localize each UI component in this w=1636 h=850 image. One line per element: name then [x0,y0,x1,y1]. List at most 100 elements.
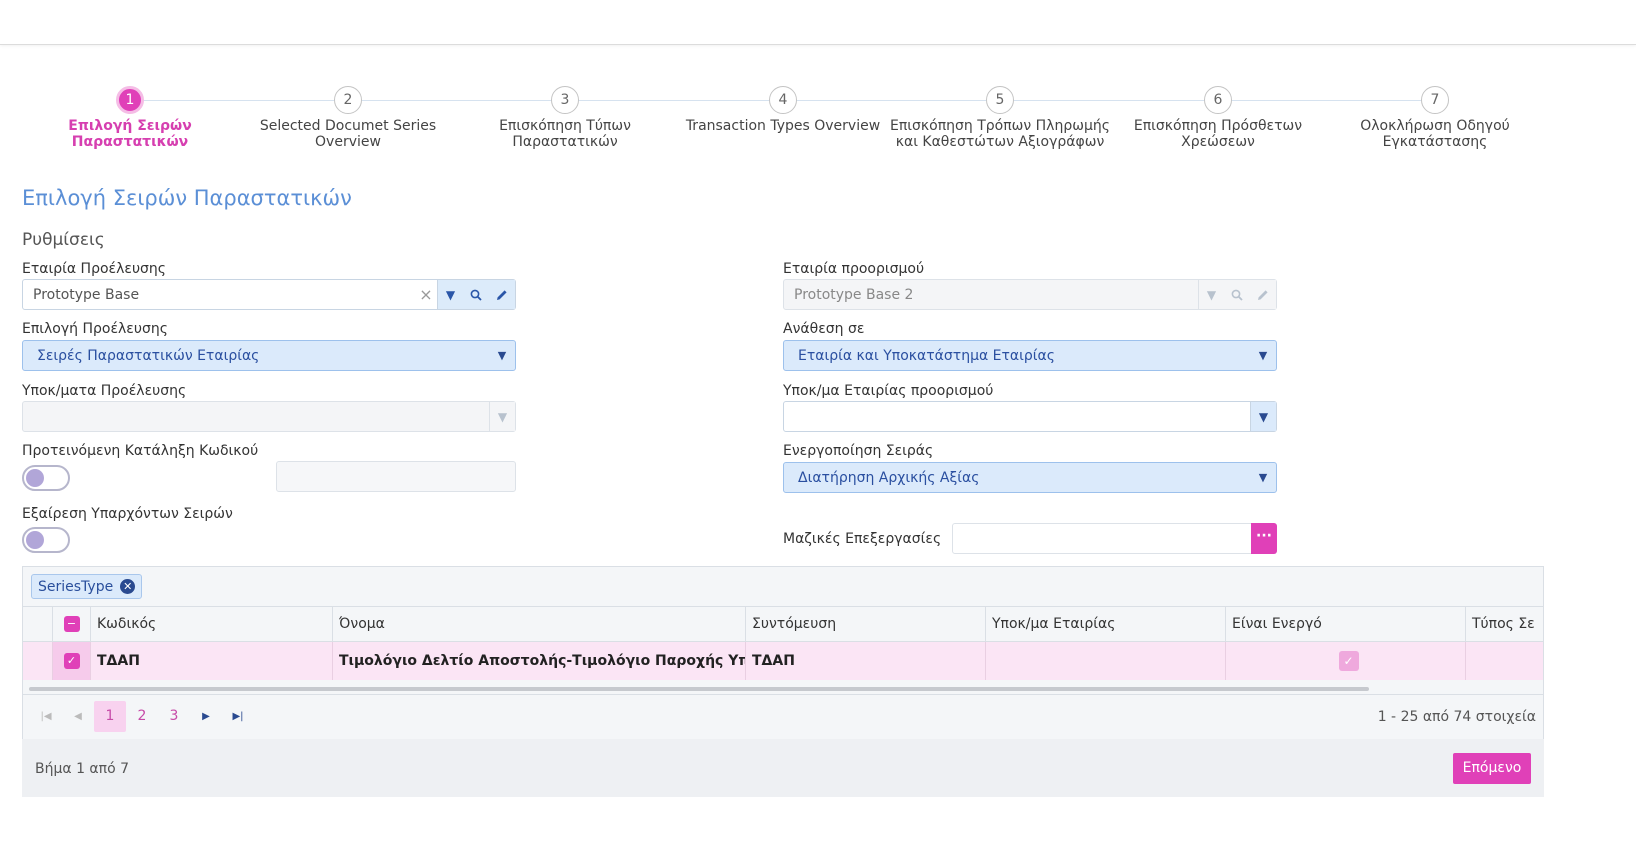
toggle-knob [26,531,44,549]
wizard-footer: Βήμα 1 από 7 Επόμενο [22,739,1544,797]
series-activation-value: Διατήρηση Αρχικής Αξίας [798,469,980,486]
source-choice-value: Σειρές Παραστατικών Εταιρίας [37,347,260,364]
step-label: Transaction Types Overview [685,118,881,134]
horizontal-scrollbar[interactable] [29,687,1369,691]
code-suffix-input[interactable] [276,461,516,492]
source-choice-label: Επιλογή Προέλευσης [22,321,168,337]
step-7[interactable]: 7 Ολοκλήρωση Οδηγού Εγκατάστασης [1322,86,1548,150]
source-company-value: Prototype Base [33,286,140,303]
first-page-icon[interactable]: |◀ [30,701,62,732]
mass-processing-label: Μαζικές Επεξεργασίες [783,531,942,547]
page-button-1[interactable]: 1 [94,701,126,732]
step-number: 6 [1204,86,1232,114]
last-page-icon[interactable]: ▶| [222,701,254,732]
step-2[interactable]: 2 Selected Documet Series Overview [235,86,461,150]
section-title: Ρυθμίσεις [22,230,105,250]
chevron-down-icon[interactable]: ▼ [1250,341,1276,370]
exclude-existing-toggle[interactable] [22,527,70,553]
page-button-3[interactable]: 3 [158,701,190,732]
target-company-value: Prototype Base 2 [794,286,914,303]
source-company-combo[interactable]: Prototype Base × ▼ [22,279,516,310]
row-indicator-header [23,607,53,641]
table-row[interactable]: ✓ ΤΔΑΠ Τιμολόγιο Δελτίο Αποστολής-Τιμολό… [23,642,1543,680]
column-header-code[interactable]: Κωδικός [91,607,333,641]
step-label: Επισκόπηση Τρόπων Πληρωμής και Καθεστώτω… [890,118,1110,150]
row-checkbox[interactable]: ✓ [53,642,91,680]
cell-name: Τιμολόγιο Δελτίο Αποστολής-Τιμολόγιο Παρ… [333,642,746,680]
wizard-stepper: 1 Επιλογή Σειρών Παραστατικών 2 Selected… [22,86,1567,156]
chevron-down-icon[interactable]: ▼ [1250,402,1276,431]
step-3[interactable]: 3 Επισκόπηση Τύπων Παραστατικών [452,86,678,150]
step-1[interactable]: 1 Επιλογή Σειρών Παραστατικών [17,86,243,150]
chevron-down-icon[interactable]: ▼ [489,402,515,431]
step-4[interactable]: 4 Transaction Types Overview [670,86,896,134]
clear-icon[interactable]: × [415,285,437,304]
step-label: Ολοκλήρωση Οδηγού Εγκατάστασης [1360,118,1510,150]
group-bar: SeriesType ✕ [23,567,1543,607]
pager: |◀ ◀ 1 2 3 ▶ ▶| 1 - 25 από 74 στοιχεία [23,694,1543,739]
pager-info: 1 - 25 από 74 στοιχεία [1377,709,1536,725]
chevron-down-icon[interactable]: ▼ [1198,280,1224,309]
row-indicator [23,642,53,680]
cell-branch [986,642,1226,680]
next-page-icon[interactable]: ▶ [190,701,222,732]
target-branch-label: Υποκ/μα Εταιρίας προορισμού [783,383,994,399]
code-suffix-toggle[interactable] [22,465,70,491]
step-6[interactable]: 6 Επισκόπηση Πρόσθετων Χρεώσεων [1105,86,1331,150]
edit-icon[interactable] [1250,280,1276,309]
step-info: Βήμα 1 από 7 [35,761,130,777]
source-branches-dropdown[interactable]: ▼ [22,401,516,432]
cell-active[interactable]: ✓ [1226,642,1466,680]
target-company-label: Εταιρία προορισμού [783,261,925,277]
code-suffix-label: Προτεινόμενη Κατάληξη Κωδικού [22,443,259,459]
step-number: 5 [986,86,1014,114]
series-activation-label: Ενεργοποίηση Σειράς [783,443,934,459]
chevron-down-icon[interactable]: ▼ [1250,463,1276,492]
step-label: Selected Documet Series Overview [259,118,437,150]
target-branch-dropdown[interactable]: ▼ [783,401,1277,432]
group-chip[interactable]: SeriesType ✕ [31,574,143,599]
prev-page-icon[interactable]: ◀ [62,701,94,732]
column-header-short[interactable]: Συντόμευση [746,607,986,641]
check-icon: ✓ [63,653,80,669]
more-icon[interactable]: ··· [1251,523,1277,554]
close-icon[interactable]: ✕ [120,579,136,594]
series-grid: SeriesType ✕ − Κωδικός Όνομα Συντόμευση … [22,566,1544,739]
cell-type [1466,642,1530,680]
source-branches-label: Υποκ/ματα Προέλευσης [22,383,187,399]
chevron-down-icon[interactable]: ▼ [489,341,515,370]
assign-to-value: Εταιρία και Υποκατάστημα Εταιρίας [798,347,1055,364]
assign-to-dropdown[interactable]: Εταιρία και Υποκατάστημα Εταιρίας ▼ [783,340,1277,371]
series-activation-dropdown[interactable]: Διατήρηση Αρχικής Αξίας ▼ [783,462,1277,493]
column-header-type[interactable]: Τύπος Σε [1466,607,1543,641]
assign-to-label: Ανάθεση σε [783,321,865,337]
top-bar [0,0,1636,45]
page-title: Επιλογή Σειρών Παραστατικών [22,186,352,210]
search-icon[interactable] [1224,280,1250,309]
next-button[interactable]: Επόμενο [1453,753,1531,784]
page-button-2[interactable]: 2 [126,701,158,732]
step-number: 7 [1421,86,1449,114]
column-header-name[interactable]: Όνομα [333,607,746,641]
column-header-active[interactable]: Είναι Ενεργό [1226,607,1466,641]
select-all-checkbox[interactable]: − [53,607,91,641]
cell-short: ΤΔΑΠ [746,642,986,680]
step-5[interactable]: 5 Επισκόπηση Τρόπων Πληρωμής και Καθεστώ… [887,86,1113,150]
mass-processing-input[interactable] [952,523,1252,554]
grid-header: − Κωδικός Όνομα Συντόμευση Υποκ/μα Εταιρ… [23,607,1543,642]
search-icon[interactable] [463,280,489,309]
indeterminate-icon: − [63,616,80,632]
chevron-down-icon[interactable]: ▼ [437,280,463,309]
step-label: Επισκόπηση Πρόσθετων Χρεώσεων [1133,118,1303,150]
step-label: Επισκόπηση Τύπων Παραστατικών [499,118,631,150]
column-header-branch[interactable]: Υποκ/μα Εταιρίας [986,607,1226,641]
check-icon: ✓ [1338,651,1359,671]
source-choice-dropdown[interactable]: Σειρές Παραστατικών Εταιρίας ▼ [22,340,516,371]
target-company-combo[interactable]: Prototype Base 2 ▼ [783,279,1277,310]
step-number: 3 [551,86,579,114]
edit-icon[interactable] [489,280,515,309]
step-label: Επιλογή Σειρών Παραστατικών [68,118,192,150]
group-chip-label: SeriesType [38,578,114,595]
toggle-knob [26,469,44,487]
cell-code: ΤΔΑΠ [91,642,333,680]
